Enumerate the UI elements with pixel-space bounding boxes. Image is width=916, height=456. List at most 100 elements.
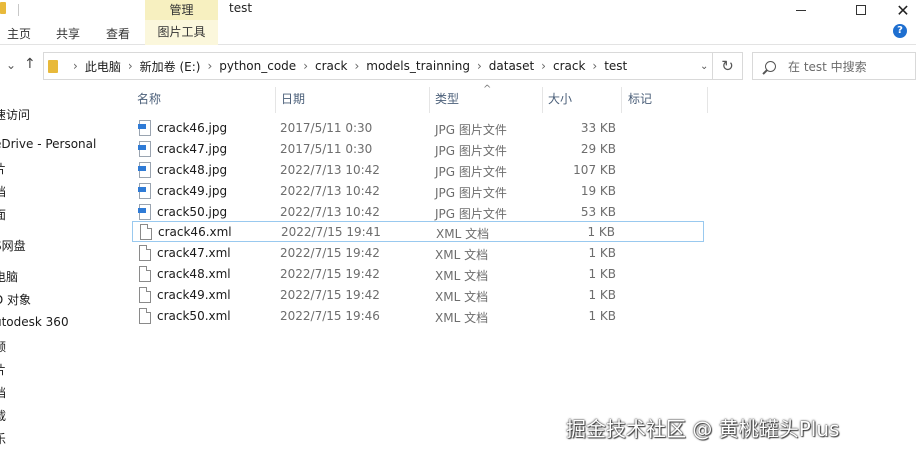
file-name: crack48.xml xyxy=(157,267,231,281)
nav-item-videos[interactable]: 频 xyxy=(0,338,6,355)
file-size: 29 KB xyxy=(580,142,616,156)
file-row[interactable]: crack50.xml 2022/7/15 19:46 XML 文档 1 KB xyxy=(132,306,704,327)
breadcrumb-python-code[interactable]: python_code xyxy=(219,59,296,73)
nav-item-pictures-2[interactable]: 片 xyxy=(0,361,6,378)
nav-item-documents-2[interactable]: 档 xyxy=(0,384,6,401)
file-row[interactable]: crack50.jpg 2022/7/13 10:42 JPG 图片文件 53 … xyxy=(132,202,704,223)
chevron-right-icon[interactable]: › xyxy=(592,59,597,73)
close-button[interactable]: ✕ xyxy=(880,0,916,20)
file-size: 33 KB xyxy=(580,121,616,135)
column-divider[interactable] xyxy=(275,87,276,113)
breadcrumb-models-trainning[interactable]: models_trainning xyxy=(366,59,470,73)
breadcrumb-this-pc[interactable]: 此电脑 xyxy=(85,58,121,75)
nav-item-autodesk-360[interactable]: utodesk 360 xyxy=(0,315,69,329)
breadcrumb-crack[interactable]: crack xyxy=(315,59,347,73)
xml-file-icon xyxy=(139,245,151,261)
file-type: XML 文档 xyxy=(435,269,489,283)
file-row[interactable]: crack48.xml 2022/7/15 19:42 XML 文档 1 KB xyxy=(132,264,704,285)
nav-item-desktop[interactable]: 面 xyxy=(0,206,6,223)
nav-item-onedrive[interactable]: eDrive - Personal xyxy=(0,137,96,151)
address-bar[interactable]: › 此电脑 › 新加卷 (E:) › python_code › crack ›… xyxy=(43,52,713,80)
file-size: 1 KB xyxy=(588,267,616,281)
sort-ascending-icon: ^ xyxy=(483,84,492,95)
file-size: 107 KB xyxy=(573,163,616,177)
file-date: 2022/7/15 19:42 xyxy=(280,288,380,302)
file-name: crack50.xml xyxy=(157,309,231,323)
chevron-right-icon[interactable]: › xyxy=(207,59,212,73)
chevron-right-icon[interactable]: › xyxy=(541,59,546,73)
file-row[interactable]: crack48.jpg 2022/7/13 10:42 JPG 图片文件 107… xyxy=(132,160,704,181)
file-row-selected[interactable]: crack46.xml 2022/7/15 19:41 XML 文档 1 KB xyxy=(132,221,704,242)
breadcrumb-dataset[interactable]: dataset xyxy=(489,59,534,73)
file-name: crack50.jpg xyxy=(157,205,228,219)
column-divider[interactable] xyxy=(621,87,622,113)
up-arrow-icon[interactable]: ↑ xyxy=(24,56,36,72)
column-header-name[interactable]: 名称 xyxy=(137,91,161,113)
help-icon[interactable]: ? xyxy=(893,24,907,38)
tab-share[interactable]: 共享 xyxy=(56,25,80,42)
nav-item-wps-drive[interactable]: S网盘 xyxy=(0,237,26,254)
file-row[interactable]: crack46.jpg 2017/5/11 0:30 JPG 图片文件 33 K… xyxy=(132,118,704,139)
minimize-button[interactable] xyxy=(778,0,824,20)
navigation-pane: 速访问 eDrive - Personal 片 档 面 S网盘 电脑 D 对象 … xyxy=(0,87,128,456)
column-divider[interactable] xyxy=(429,87,430,113)
chevron-right-icon[interactable]: › xyxy=(354,59,359,73)
file-type: XML 文档 xyxy=(435,248,489,262)
breadcrumb-crack-2[interactable]: crack xyxy=(553,59,585,73)
xml-file-icon xyxy=(140,224,152,240)
file-name: crack48.jpg xyxy=(157,163,228,177)
recent-locations-chevron-icon[interactable]: ⌄ xyxy=(6,58,16,72)
file-row[interactable]: crack47.xml 2022/7/15 19:42 XML 文档 1 KB xyxy=(132,243,704,264)
file-type: XML 文档 xyxy=(436,227,490,241)
file-row[interactable]: crack49.jpg 2022/7/13 10:42 JPG 图片文件 19 … xyxy=(132,181,704,202)
nav-item-quick-access[interactable]: 速访问 xyxy=(0,106,30,123)
file-type: JPG 图片文件 xyxy=(435,123,507,137)
nav-item-3d-objects[interactable]: D 对象 xyxy=(0,291,31,308)
nav-item-pictures[interactable]: 片 xyxy=(0,160,6,177)
breadcrumb-test[interactable]: test xyxy=(604,59,627,73)
jpg-file-icon xyxy=(138,162,151,178)
chevron-right-icon[interactable]: › xyxy=(303,59,308,73)
column-header-date[interactable]: 日期 xyxy=(281,91,305,113)
chevron-right-icon[interactable]: › xyxy=(477,59,482,73)
refresh-button[interactable]: ↻ xyxy=(713,52,743,80)
breadcrumb-drive-e[interactable]: 新加卷 (E:) xyxy=(140,58,201,75)
file-size: 53 KB xyxy=(580,205,616,219)
nav-item-this-pc[interactable]: 电脑 xyxy=(0,268,18,285)
nav-item-documents[interactable]: 档 xyxy=(0,183,6,200)
file-row[interactable]: crack47.jpg 2017/5/11 0:30 JPG 图片文件 29 K… xyxy=(132,139,704,160)
tab-view[interactable]: 查看 xyxy=(106,25,130,42)
folder-icon xyxy=(0,2,6,14)
maximize-button[interactable] xyxy=(838,0,884,20)
file-type: JPG 图片文件 xyxy=(435,186,507,200)
column-divider[interactable] xyxy=(707,87,708,113)
file-list: ^ 名称 日期 类型 大小 标记 crack46.jpg 2017/5/11 0… xyxy=(128,84,916,456)
search-input[interactable]: 在 test 中搜索 xyxy=(752,52,916,80)
file-row[interactable]: crack49.xml 2022/7/15 19:42 XML 文档 1 KB xyxy=(132,285,704,306)
chevron-right-icon[interactable]: › xyxy=(73,59,78,73)
file-date: 2022/7/13 10:42 xyxy=(280,205,380,219)
column-header-type[interactable]: 类型 xyxy=(435,91,459,113)
file-name: crack49.jpg xyxy=(157,184,228,198)
file-date: 2017/5/11 0:30 xyxy=(280,121,373,135)
jpg-file-icon xyxy=(138,204,151,220)
search-placeholder: 在 test 中搜索 xyxy=(788,59,867,74)
tab-home[interactable]: 主页 xyxy=(7,25,31,42)
column-divider[interactable] xyxy=(542,87,543,113)
column-header-tags[interactable]: 标记 xyxy=(628,91,652,113)
address-dropdown-icon[interactable]: ⌄ xyxy=(700,61,708,72)
file-date: 2022/7/13 10:42 xyxy=(280,163,380,177)
file-date: 2022/7/15 19:41 xyxy=(281,225,381,239)
column-header-size[interactable]: 大小 xyxy=(548,91,572,113)
tab-picture-tools[interactable]: 图片工具 xyxy=(145,20,218,45)
minimize-icon xyxy=(796,9,806,11)
maximize-icon xyxy=(856,5,866,15)
manage-context-header: 管理 xyxy=(145,0,218,22)
nav-item-downloads[interactable]: 载 xyxy=(0,407,6,424)
file-date: 2022/7/15 19:42 xyxy=(280,246,380,260)
file-type: JPG 图片文件 xyxy=(435,144,507,158)
chevron-right-icon[interactable]: › xyxy=(128,59,133,73)
navigation-bar: ⌄ ↑ › 此电脑 › 新加卷 (E:) › python_code › cra… xyxy=(0,45,916,87)
nav-item-music[interactable]: 乐 xyxy=(0,430,6,447)
file-name: crack49.xml xyxy=(157,288,231,302)
